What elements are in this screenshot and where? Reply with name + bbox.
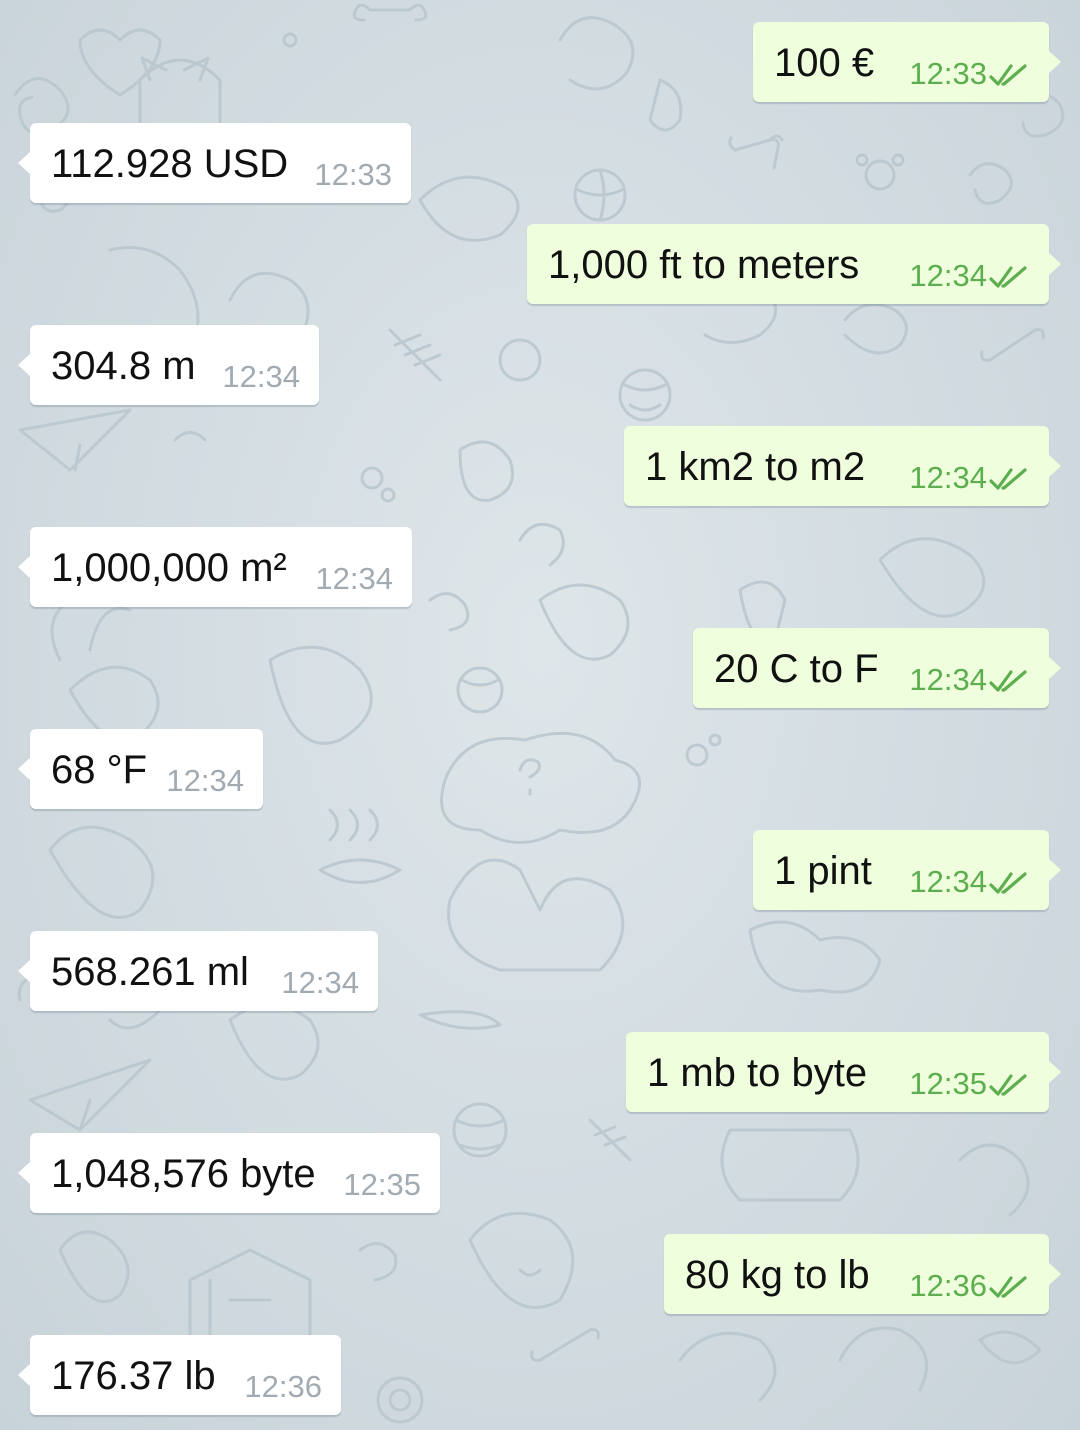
message-time: 12:36 bbox=[244, 1369, 322, 1404]
message-time: 12:34 bbox=[222, 359, 300, 394]
double-check-icon bbox=[989, 468, 1027, 490]
message-text: 304.8 m bbox=[51, 344, 196, 388]
message-text: 1,000 ft to meters bbox=[548, 243, 860, 287]
double-check-icon bbox=[989, 670, 1027, 692]
message-outgoing[interactable]: 80 kg to lb 12:36 bbox=[664, 1234, 1061, 1314]
message-text: 20 C to F bbox=[714, 647, 879, 691]
message-time: 12:35 bbox=[909, 1066, 987, 1101]
message-text: 568.261 ml bbox=[51, 950, 249, 994]
message-time: 12:34 bbox=[909, 460, 987, 495]
message-text: 1,048,576 byte bbox=[51, 1152, 316, 1196]
message-text: 1,000,000 m² bbox=[51, 546, 287, 590]
message-incoming[interactable]: 304.8 m 12:34 bbox=[18, 325, 319, 405]
message-text: 176.37 lb bbox=[51, 1354, 216, 1398]
double-check-icon bbox=[989, 1074, 1027, 1096]
message-time: 12:33 bbox=[909, 56, 987, 91]
message-text: 1 km2 to m2 bbox=[645, 445, 866, 489]
message-outgoing[interactable]: 100 € 12:33 bbox=[753, 22, 1061, 102]
message-incoming[interactable]: 1,000,000 m² 12:34 bbox=[18, 527, 412, 607]
message-text: 112.928 USD bbox=[51, 142, 289, 186]
message-time: 12:34 bbox=[166, 763, 244, 798]
message-text: 80 kg to lb bbox=[685, 1253, 870, 1297]
double-check-icon bbox=[989, 1276, 1027, 1298]
message-outgoing[interactable]: 20 C to F 12:34 bbox=[693, 628, 1061, 708]
message-incoming[interactable]: 568.261 ml 12:34 bbox=[18, 931, 378, 1011]
message-text: 1 pint bbox=[774, 849, 872, 893]
message-time: 12:34 bbox=[909, 258, 987, 293]
message-time: 12:34 bbox=[281, 965, 359, 1000]
message-outgoing[interactable]: 1 pint 12:34 bbox=[753, 830, 1061, 910]
message-outgoing[interactable]: 1,000 ft to meters 12:34 bbox=[527, 224, 1061, 304]
message-time: 12:34 bbox=[315, 561, 393, 596]
message-time: 12:35 bbox=[343, 1167, 421, 1202]
double-check-icon bbox=[989, 266, 1027, 288]
message-time: 12:34 bbox=[909, 662, 987, 697]
message-incoming[interactable]: 1,048,576 byte 12:35 bbox=[18, 1133, 440, 1213]
double-check-icon bbox=[989, 64, 1027, 86]
message-text: 1 mb to byte bbox=[647, 1051, 868, 1095]
message-outgoing[interactable]: 1 km2 to m2 12:34 bbox=[624, 426, 1061, 506]
chat-background bbox=[0, 0, 1080, 1430]
doodle-pattern bbox=[13, 3, 1065, 1424]
message-text: 68 °F bbox=[51, 748, 148, 792]
double-check-icon bbox=[989, 872, 1027, 894]
message-time: 12:33 bbox=[314, 157, 392, 192]
message-incoming[interactable]: 112.928 USD 12:33 bbox=[18, 123, 411, 203]
message-outgoing[interactable]: 1 mb to byte 12:35 bbox=[626, 1032, 1061, 1112]
message-time: 12:36 bbox=[909, 1268, 987, 1303]
message-time: 12:34 bbox=[909, 864, 987, 899]
message-incoming[interactable]: 68 °F 12:34 bbox=[18, 729, 263, 809]
message-text: 100 € bbox=[774, 41, 875, 85]
message-incoming[interactable]: 176.37 lb 12:36 bbox=[18, 1335, 341, 1415]
